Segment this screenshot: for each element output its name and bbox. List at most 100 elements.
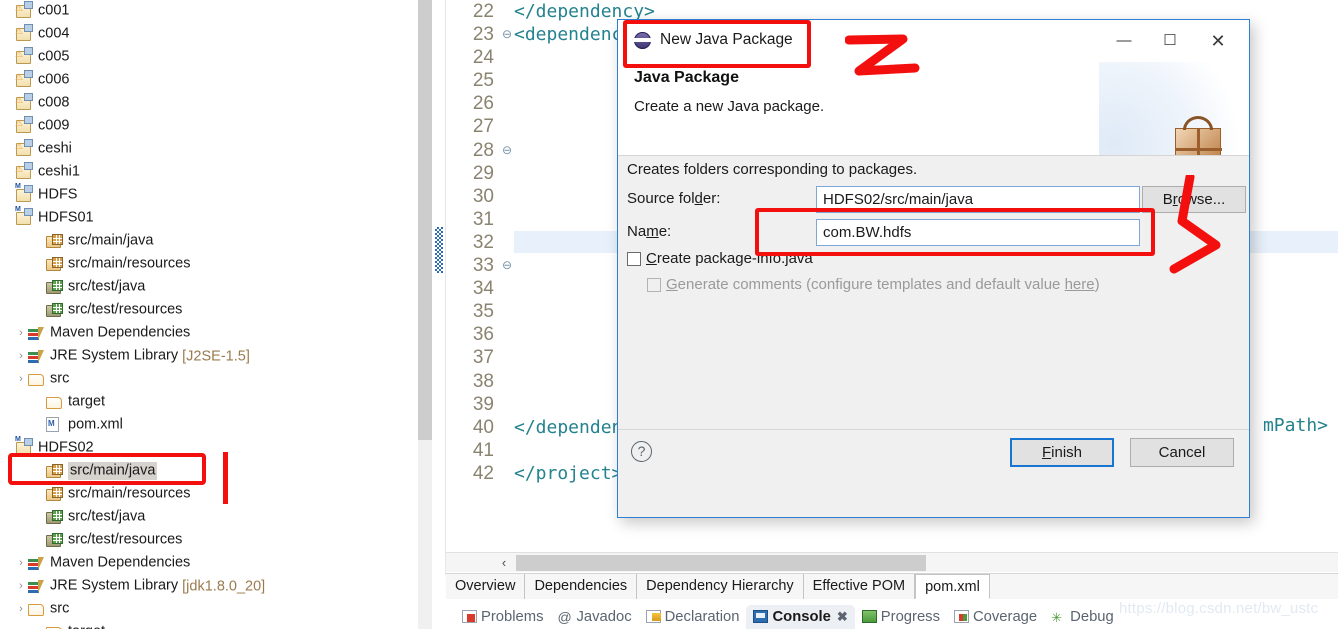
new-java-package-dialog[interactable]: New Java Package — ☐ ✕ Java Package Crea… [617, 19, 1250, 518]
line-number: 35 [472, 301, 494, 323]
fold-collapse-icon[interactable]: ⊖ [500, 254, 514, 277]
tree-item-label: c006 [38, 72, 70, 88]
create-package-info-checkbox[interactable] [627, 252, 641, 266]
java-project-warning-icon [16, 49, 35, 65]
tree-item-label: HDFS02 [38, 440, 94, 456]
expand-arrow-icon[interactable]: › [14, 345, 28, 368]
expand-arrow-icon[interactable]: › [14, 575, 28, 598]
tree-item-src-main-resources[interactable]: src/main/resources [0, 253, 432, 276]
tree-item-src[interactable]: › src [0, 598, 432, 621]
line-number: 28 [472, 139, 494, 161]
tree-item-label: c004 [38, 26, 70, 42]
dialog-footer: ? Finish Cancel [618, 429, 1249, 473]
tree-item-src-main-java[interactable]: src/main/java [0, 460, 432, 483]
cancel-button[interactable]: Cancel [1130, 438, 1234, 467]
close-icon[interactable]: ✖ [837, 609, 848, 624]
generate-comments-label: Generate comments (configure templates a… [666, 276, 1100, 293]
tree-item-c001[interactable]: c001 [0, 0, 432, 23]
package-name-input[interactable]: com.BW.hdfs [816, 219, 1140, 246]
code-text: </project> [514, 462, 623, 484]
tree-item-src-main-java[interactable]: src/main/java [0, 230, 432, 253]
debug-icon [1051, 606, 1066, 630]
view-tab-problems[interactable]: Problems [455, 605, 551, 629]
line-number: 41 [472, 439, 494, 461]
editor-tab-overview[interactable]: Overview [446, 574, 526, 599]
fold-collapse-icon[interactable]: ⊖ [500, 23, 514, 46]
view-tab-javadoc[interactable]: Javadoc [551, 605, 639, 629]
tree-item-label: src/test/resources [68, 532, 183, 548]
package-explorer[interactable]: c001 c004 c005 c006 c008 c009 ceshi ceshi1 HDFS H… [0, 0, 432, 629]
editor-tab-bar[interactable]: Overview Dependencies Dependency Hierarchy… [446, 573, 1338, 599]
view-tab-coverage[interactable]: Coverage [947, 605, 1044, 629]
view-tab-declaration[interactable]: Declaration [639, 605, 747, 629]
tree-item-jre-system-library[interactable]: › JRE System Library [jdk1.8.0_20] [0, 575, 432, 598]
maximize-button[interactable]: ☐ [1147, 20, 1193, 62]
dialog-title-bar[interactable]: New Java Package — ☐ ✕ [618, 20, 1249, 62]
editor-marker-bar[interactable] [432, 0, 446, 575]
line-number: 24 [472, 47, 494, 69]
tree-item-src-main-resources[interactable]: src/main/resources [0, 483, 432, 506]
tree-item-src-test-resources[interactable]: src/test/resources [0, 529, 432, 552]
tree-item-src[interactable]: › src [0, 368, 432, 391]
tree-item-ceshi[interactable]: ceshi [0, 138, 432, 161]
tree-item-label: c008 [38, 95, 70, 111]
console-icon [753, 610, 769, 623]
tree-item-hdfs[interactable]: HDFS [0, 184, 432, 207]
finish-button[interactable]: Finish [1010, 438, 1114, 467]
expand-arrow-icon[interactable]: › [14, 598, 28, 621]
progress-icon [861, 610, 877, 623]
view-tab-console[interactable]: Console ✖ [746, 605, 855, 629]
tree-item-src-test-resources[interactable]: src/test/resources [0, 299, 432, 322]
help-icon[interactable]: ? [631, 441, 652, 462]
editor-tab-dependencies[interactable]: Dependencies [525, 574, 638, 599]
close-button[interactable]: ✕ [1195, 20, 1241, 62]
fold-collapse-icon[interactable]: ⊖ [500, 139, 514, 162]
editor-change-marker [435, 227, 443, 273]
editor-tab-effective-pom[interactable]: Effective POM [803, 574, 916, 599]
tree-item-target[interactable]: target [0, 621, 432, 629]
tree-item-src-test-java[interactable]: src/test/java [0, 276, 432, 299]
tree-item-c008[interactable]: c008 [0, 92, 432, 115]
tree-item-c006[interactable]: c006 [0, 69, 432, 92]
editor-horizontal-scrollbar[interactable]: ‹ [446, 552, 1338, 572]
tree-item-hdfs02[interactable]: HDFS02 [0, 437, 432, 460]
editor-scrollbar-thumb[interactable] [516, 555, 926, 571]
project-tree[interactable]: c001 c004 c005 c006 c008 c009 ceshi ceshi1 HDFS H… [0, 0, 432, 629]
line-number: 33 [472, 255, 494, 277]
generate-comments-checkbox [647, 278, 661, 292]
expand-arrow-icon[interactable]: › [14, 552, 28, 575]
java-project-warning-icon [16, 141, 35, 157]
editor-tab-dependency-hierarchy[interactable]: Dependency Hierarchy [637, 574, 804, 599]
tree-item-hdfs01[interactable]: HDFS01 [0, 207, 432, 230]
tree-item-jre-system-library[interactable]: › JRE System Library [J2SE-1.5] [0, 345, 432, 368]
scroll-left-arrow[interactable]: ‹ [492, 553, 516, 573]
tree-item-target[interactable]: target [0, 391, 432, 414]
tree-item-c009[interactable]: c009 [0, 115, 432, 138]
view-tab-debug[interactable]: Debug [1044, 605, 1121, 630]
tree-item-src-test-java[interactable]: src/test/java [0, 506, 432, 529]
tree-item-maven-dependencies[interactable]: › Maven Dependencies [0, 322, 432, 345]
expand-arrow-icon[interactable]: › [14, 322, 28, 345]
watermark: https://blog.csdn.net/bw_ustc [1119, 600, 1319, 617]
source-folder-input[interactable]: HDFS02/src/main/java [816, 186, 1140, 213]
source-folder-label: Source folder: [627, 190, 721, 207]
tree-item-ceshi1[interactable]: ceshi1 [0, 161, 432, 184]
create-package-info-label[interactable]: Create package-info.java [646, 250, 813, 267]
tree-item-label: ceshi1 [38, 164, 80, 180]
line-number: 30 [472, 185, 494, 207]
code-text: </dependen [514, 416, 623, 438]
editor-tab-pom-xml[interactable]: pom.xml [915, 574, 990, 599]
view-tab-progress[interactable]: Progress [855, 605, 947, 629]
expand-arrow-icon[interactable]: › [14, 368, 28, 391]
tree-item-maven-dependencies[interactable]: › Maven Dependencies [0, 552, 432, 575]
minimize-button[interactable]: — [1101, 20, 1147, 62]
java-project-warning-icon [16, 72, 35, 88]
tree-item-c004[interactable]: c004 [0, 23, 432, 46]
explorer-scrollbar[interactable] [418, 0, 432, 629]
problems-icon [462, 610, 477, 623]
explorer-scrollbar-thumb[interactable] [418, 0, 432, 440]
tree-item-pom-xml[interactable]: pom.xml [0, 414, 432, 437]
browse-button[interactable]: Browse... [1142, 186, 1246, 213]
tree-item-c005[interactable]: c005 [0, 46, 432, 69]
javadoc-icon [558, 605, 573, 629]
